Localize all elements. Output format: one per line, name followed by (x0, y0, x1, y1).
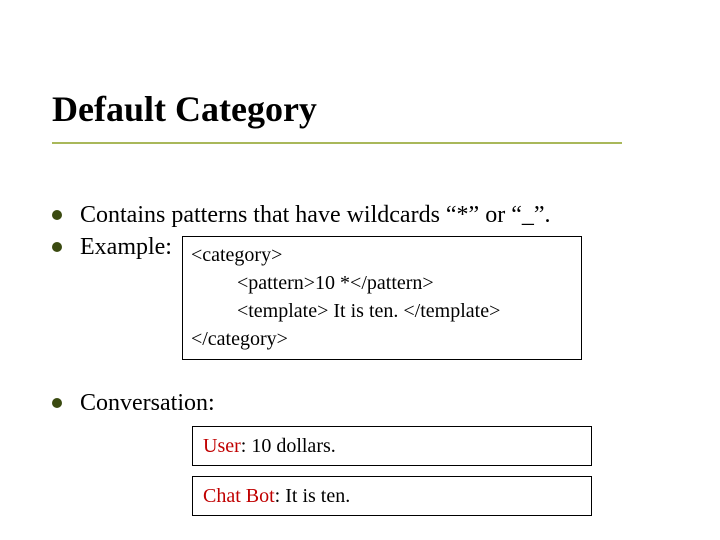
user-line-box: User: 10 dollars. (192, 426, 592, 466)
code-example-box: <category> <pattern>10 *</pattern> <temp… (182, 236, 582, 360)
user-prefix: User (203, 435, 241, 457)
title-underline (52, 142, 622, 144)
conversation-boxes: User: 10 dollars. Chat Bot: It is ten. (192, 426, 668, 516)
slide-title: Default Category (52, 88, 317, 130)
bullet-icon (52, 210, 62, 220)
bullet-icon (52, 242, 62, 252)
code-line-1: <category> (191, 241, 573, 269)
bot-prefix: Chat Bot (203, 485, 275, 507)
bullet-item-1: Contains patterns that have wildcards “*… (52, 200, 668, 230)
bot-text: : It is ten. (275, 485, 351, 507)
bullet-item-3: Conversation: (52, 388, 668, 418)
bot-line-box: Chat Bot: It is ten. (192, 476, 592, 516)
example-label: Example: (80, 232, 172, 262)
user-text: : 10 dollars. (241, 435, 336, 457)
bullet-item-2: Example: <category> <pattern>10 *</patte… (52, 232, 668, 360)
bullet-1-text: Contains patterns that have wildcards “*… (80, 200, 551, 230)
code-line-2: <pattern>10 *</pattern> (191, 269, 573, 297)
slide: Default Category Contains patterns that … (0, 0, 720, 540)
conversation-label: Conversation: (80, 388, 215, 418)
code-line-4: </category> (191, 325, 573, 353)
bullet-icon (52, 398, 62, 408)
content-area: Contains patterns that have wildcards “*… (52, 200, 668, 526)
code-line-3: <template> It is ten. </template> (191, 297, 573, 325)
conversation-block: Conversation: User: 10 dollars. Chat Bot… (52, 388, 668, 516)
